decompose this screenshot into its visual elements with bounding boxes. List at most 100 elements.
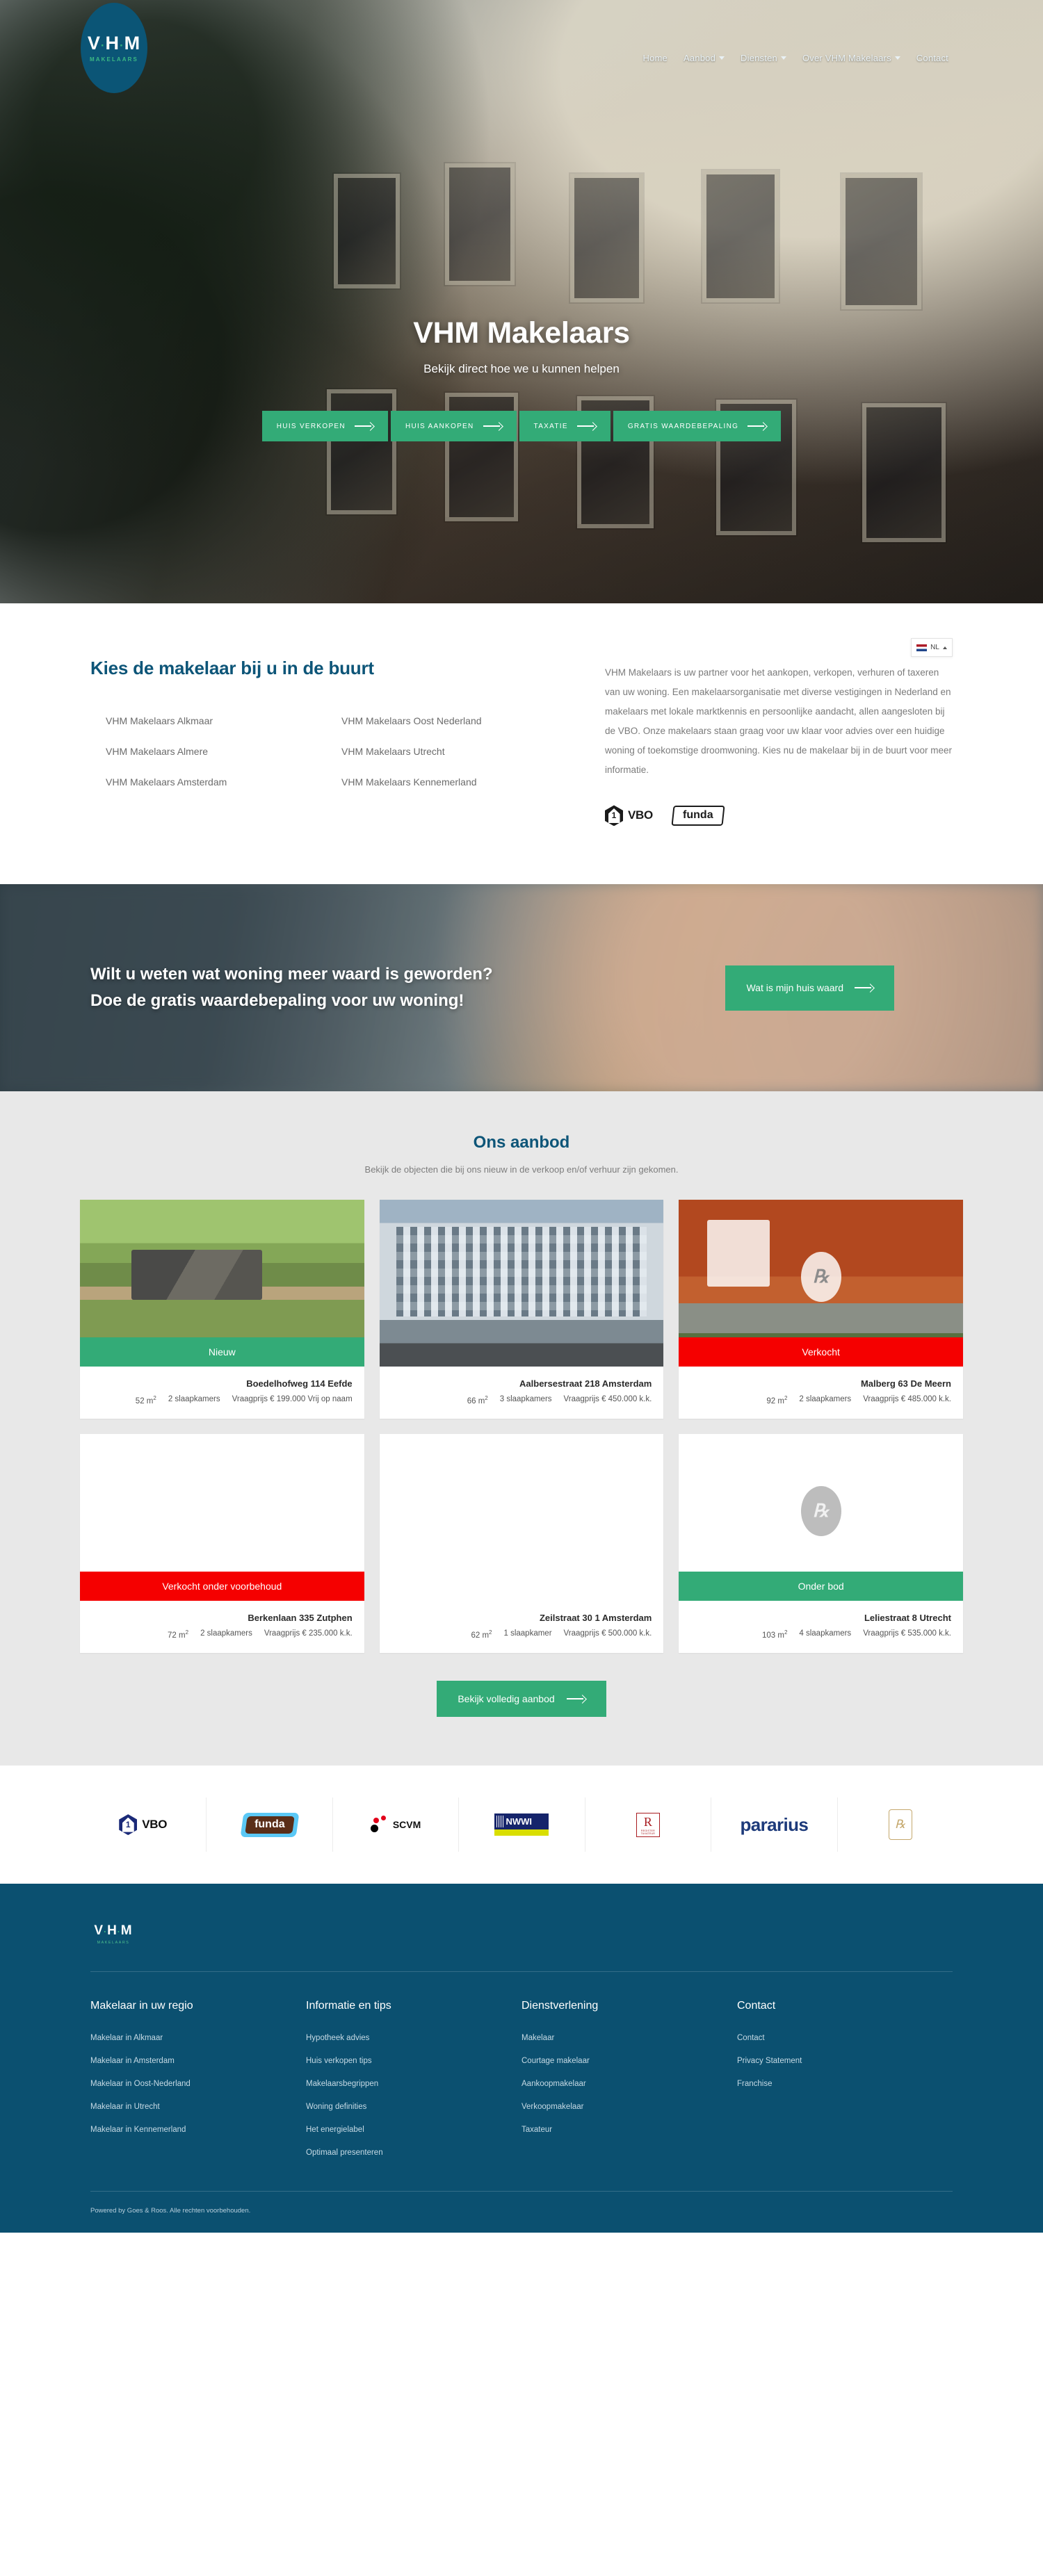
listing-rooms: 1 slaapkamer [503, 1629, 552, 1638]
listing-meta: 62 m2 1 slaapkamer Vraagprijs € 500.000 … [391, 1629, 652, 1640]
footer-link[interactable]: Huis verkopen tips [306, 2057, 522, 2065]
nav-item-home[interactable]: Home [643, 53, 668, 63]
office-link-alkmaar[interactable]: VHM Makelaars Alkmaar [106, 715, 328, 726]
site-header: V·H·M MAKELAARS Home Aanbod Diensten Ove… [0, 0, 1043, 124]
vhm-watermark-icon: ℞ [800, 1485, 841, 1536]
nav-item-contact[interactable]: Contact [916, 53, 948, 63]
office-link-kennemerland[interactable]: VHM Makelaars Kennemerland [341, 776, 563, 788]
page-root: V·H·M MAKELAARS Home Aanbod Diensten Ove… [0, 0, 1043, 2233]
funda-label: funda [683, 808, 713, 821]
listing-address: Leliestraat 8 Utrecht [864, 1613, 951, 1624]
footer-link[interactable]: Woning definities [306, 2103, 522, 2111]
listing-details: Malberg 63 De Meern 92 m2 2 slaapkamers … [679, 1367, 963, 1419]
footer-link[interactable]: Hypotheek advies [306, 2034, 522, 2042]
listing-rooms: 4 slaapkamers [799, 1629, 852, 1638]
partner-label: pararius [740, 1813, 809, 1835]
listings-section: Ons aanbod Bekijk de objecten die bij on… [0, 1091, 1043, 1766]
footer-link[interactable]: Makelaarsbegrippen [306, 2080, 522, 2088]
footer-link[interactable]: Makelaar in Oost-Nederland [90, 2080, 306, 2088]
vbo-logo: 1 VBO [605, 805, 653, 826]
footer-link[interactable]: Privacy Statement [737, 2057, 953, 2065]
office-link-amsterdam[interactable]: VHM Makelaars Amsterdam [106, 776, 328, 788]
hero-section: V·H·M MAKELAARS Home Aanbod Diensten Ove… [0, 0, 1043, 603]
listing-area: 62 m2 [471, 1629, 492, 1640]
language-selector[interactable]: NL [911, 638, 953, 657]
hero-button-huis-aankopen[interactable]: HUIS AANKOPEN [390, 411, 517, 441]
vhm-watermark-icon: ℞ [800, 1251, 841, 1302]
footer-link[interactable]: Courtage makelaar [522, 2057, 737, 2065]
footer-column-title: Makelaar in uw regio [90, 2000, 193, 2012]
listing-price: Vraagprijs € 535.000 k.k. [863, 1629, 951, 1638]
listing-price: Vraagprijs € 199.000 Vrij op naam [232, 1395, 353, 1404]
listing-card[interactable]: ℞ Onder bod Leliestraat 8 Utrecht 103 m2… [679, 1434, 963, 1654]
office-link-almere[interactable]: VHM Makelaars Almere [106, 746, 328, 757]
footer-link[interactable]: Makelaar in Kennemerland [90, 2126, 306, 2134]
listing-photo-apartment [379, 1200, 664, 1367]
site-footer: V·H·M MAKELAARS Makelaar in uw regio Mak… [0, 1884, 1043, 2233]
footer-link[interactable]: Makelaar in Amsterdam [90, 2057, 306, 2065]
listing-card[interactable]: ℞ Verkocht Malberg 63 De Meern 92 m2 2 s… [679, 1200, 963, 1419]
footer-link[interactable]: Makelaar in Utrecht [90, 2103, 306, 2111]
listing-rooms: 3 slaapkamers [499, 1395, 552, 1404]
hero-button-taxatie[interactable]: TAXATIE [519, 411, 611, 441]
office-link-oost-nederland[interactable]: VHM Makelaars Oost Nederland [341, 715, 563, 726]
listing-photo: Verkocht onder voorbehoud [80, 1434, 364, 1601]
gold-seal-icon: ℞ [888, 1809, 912, 1841]
listing-card[interactable]: Aalbersestraat 218 Amsterdam 66 m2 3 sla… [379, 1200, 664, 1419]
footer-link[interactable]: Contact [737, 2034, 953, 2042]
footer-link[interactable]: Het energielabel [306, 2126, 522, 2134]
footer-link-columns: Makelaar in uw regio Makelaar in Alkmaar… [90, 2000, 953, 2171]
footer-link[interactable]: Makelaar in Alkmaar [90, 2034, 306, 2042]
site-logo[interactable]: V·H·M MAKELAARS [81, 3, 147, 93]
intro-paragraph: VHM Makelaars is uw partner voor het aan… [605, 667, 953, 776]
chevron-down-icon [719, 56, 725, 60]
footer-link[interactable]: Franchise [737, 2080, 953, 2088]
footer-column-title: Contact [737, 2000, 776, 2012]
view-all-listings-button[interactable]: Bekijk volledig aanbod [437, 1681, 606, 1718]
listing-photo [379, 1434, 664, 1601]
offices-column: Kies de makelaar bij u in de buurt VHM M… [90, 658, 563, 826]
hero-button-gratis-waardebepaling[interactable]: GRATIS WAARDEBEPALING [613, 411, 782, 441]
listing-details: Boedelhofweg 114 Eefde 52 m2 2 slaapkame… [80, 1367, 364, 1419]
partner-label: NWWI [494, 1813, 549, 1830]
chevron-down-icon [894, 56, 900, 60]
footer-logo[interactable]: V·H·M MAKELAARS [92, 1920, 135, 1948]
listing-address: Aalbersestraat 218 Amsterdam [519, 1378, 652, 1389]
status-badge: Verkocht [679, 1337, 963, 1367]
listings-subheading: Bekijk de objecten die bij ons nieuw in … [364, 1164, 679, 1175]
nav-label: Aanbod [683, 53, 716, 63]
footer-link[interactable]: Makelaar [522, 2034, 737, 2042]
office-link-utrecht[interactable]: VHM Makelaars Utrecht [341, 746, 563, 757]
cta-button-wat-is-mijn-huis-waard[interactable]: Wat is mijn huis waard [725, 965, 894, 1011]
logo-tagline: MAKELAARS [89, 56, 138, 63]
listing-card[interactable]: Nieuw Boedelhofweg 114 Eefde 52 m2 2 sla… [80, 1200, 364, 1419]
listing-card[interactable]: Verkocht onder voorbehoud Berkenlaan 335… [80, 1434, 364, 1654]
footer-link[interactable]: Taxateur [522, 2126, 737, 2134]
hero-button-huis-verkopen[interactable]: HUIS VERKOPEN [261, 411, 388, 441]
footer-link[interactable]: Aankoopmakelaar [522, 2080, 737, 2088]
listing-area: 66 m2 [467, 1395, 488, 1406]
footer-logo-wordmark: V·H·M [94, 1923, 133, 1938]
hero-button-label: HUIS AANKOPEN [405, 422, 474, 430]
nav-item-aanbod[interactable]: Aanbod [684, 53, 725, 63]
footer-column-title: Informatie en tips [306, 2000, 391, 2012]
nav-item-over-vhm-makelaars[interactable]: Over VHM Makelaars [802, 53, 900, 63]
listing-card[interactable]: Zeilstraat 30 1 Amsterdam 62 m2 1 slaapk… [379, 1434, 664, 1654]
partner-logos-row: 1 VBO funda SCVM NWWI R REGISTER TAXATEU… [80, 1798, 963, 1852]
listing-address: Malberg 63 De Meern [860, 1378, 951, 1389]
listing-meta: 72 m2 2 slaapkamers Vraagprijs € 235.000… [92, 1629, 353, 1640]
nav-item-diensten[interactable]: Diensten [741, 53, 786, 63]
footer-link[interactable]: Optimaal presenteren [306, 2149, 522, 2157]
status-badge: Onder bod [679, 1572, 963, 1601]
hero-action-buttons: HUIS VERKOPEN HUIS AANKOPEN TAXATIE GRAT… [0, 411, 1043, 441]
partner-logo-pararius: pararius [711, 1798, 836, 1852]
listing-details: Aalbersestraat 218 Amsterdam 66 m2 3 sla… [379, 1367, 664, 1419]
listing-area: 92 m2 [766, 1395, 788, 1406]
partner-logo-vbo: 1 VBO [80, 1798, 206, 1852]
partner-label: funda [254, 1818, 285, 1830]
listing-details: Leliestraat 8 Utrecht 103 m2 4 slaapkame… [679, 1601, 963, 1654]
partner-label: REGISTER TAXATEUR [640, 1829, 656, 1835]
footer-link[interactable]: Verkoopmakelaar [522, 2103, 737, 2111]
arrow-right-icon [354, 423, 373, 430]
language-code: NL [930, 644, 939, 651]
